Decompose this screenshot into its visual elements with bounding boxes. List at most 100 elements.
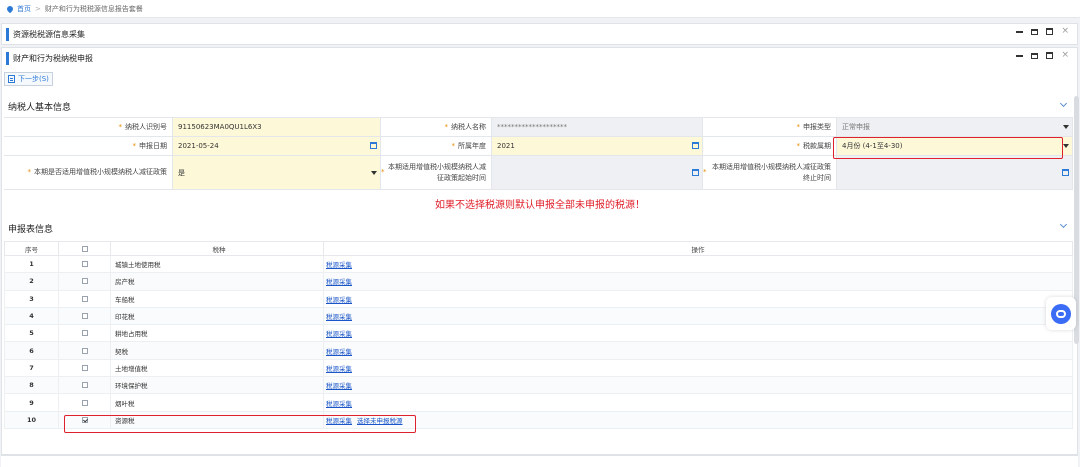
- chat-button[interactable]: [1046, 297, 1076, 330]
- table-row: 5 耕地占用税 税源采集: [4, 324, 1073, 343]
- row-tax-name: 契税: [110, 341, 324, 360]
- period-highlight-box: [833, 137, 1063, 159]
- table-row: 2 房产税 税源采集: [4, 272, 1073, 291]
- col-header-check: [58, 241, 111, 256]
- row-checkbox[interactable]: [81, 313, 88, 320]
- row-tax-name: 土地增值税: [110, 358, 324, 378]
- table-row: 4 印花税 税源采集: [4, 306, 1073, 326]
- row-checkbox[interactable]: [81, 295, 88, 302]
- row-checkbox-cell: [58, 393, 111, 412]
- panel-accent-bar: [6, 52, 9, 65]
- policy-end-field[interactable]: [836, 156, 1073, 189]
- location-pin-icon: [5, 4, 15, 13]
- report-type-value: 正常申报: [842, 123, 870, 131]
- report-date-value: 2021-05-24: [178, 142, 219, 150]
- row-link[interactable]: 税源采集: [326, 348, 352, 356]
- maximize-icon[interactable]: [1046, 52, 1054, 59]
- row-checkbox-cell: [58, 358, 111, 378]
- row-tax-name: 城镇土地使用税: [110, 254, 324, 274]
- next-step-label: 下一步(S): [18, 75, 49, 83]
- row-checkbox[interactable]: [81, 382, 88, 389]
- year-label: * 所属年度: [451, 141, 487, 150]
- row-tax-name: 房产税: [110, 272, 324, 291]
- row-checkbox[interactable]: [81, 347, 88, 354]
- bottom-bar: [1, 455, 1078, 467]
- next-step-button[interactable]: 下一步(S): [4, 72, 53, 86]
- calendar-icon[interactable]: [692, 142, 699, 149]
- row-tax-name: 印花税: [110, 306, 324, 326]
- row-operations: 税源采集: [323, 376, 1073, 395]
- year-value: 2021: [497, 142, 515, 150]
- col-header-no: 序号: [4, 241, 59, 256]
- maximize-icon[interactable]: [1046, 28, 1054, 35]
- row-number: 9: [4, 393, 59, 412]
- year-field[interactable]: 2021: [491, 137, 703, 155]
- minimize-icon[interactable]: [1016, 30, 1024, 33]
- chat-icon: [1051, 303, 1071, 324]
- row-checkbox-cell: [58, 341, 111, 360]
- restore-icon[interactable]: [1031, 28, 1039, 35]
- report-type-select[interactable]: 正常申报: [836, 118, 1073, 136]
- row-number: 7: [4, 358, 59, 378]
- col-header-tax: 税种: [110, 241, 324, 256]
- row-checkbox[interactable]: [81, 330, 88, 337]
- table-header-row: 序号 税种 操作: [4, 241, 1073, 256]
- row-checkbox[interactable]: [81, 278, 88, 285]
- breadcrumb-separator: >: [35, 4, 41, 13]
- row-link[interactable]: 税源采集: [326, 296, 352, 304]
- period-label: * 税款属期: [796, 141, 832, 150]
- inner-window-controls: ×: [1016, 51, 1069, 60]
- caret-down-icon: [1063, 125, 1069, 129]
- row-checkbox-cell: [58, 254, 111, 274]
- row-link[interactable]: 税源采集: [326, 261, 352, 269]
- row-link[interactable]: 税源采集: [326, 313, 352, 321]
- close-icon[interactable]: ×: [1061, 51, 1069, 60]
- table-row: 6 契税 税源采集: [4, 341, 1073, 360]
- row-operations: 税源采集: [323, 324, 1073, 343]
- policy-start-field[interactable]: [491, 156, 703, 189]
- row-checkbox-cell: [58, 324, 111, 343]
- row-tax-name: 车船税: [110, 289, 324, 308]
- taxpayer-id-field[interactable]: 91150623MA0QU1L6X3: [172, 118, 381, 136]
- minimize-icon[interactable]: [1016, 54, 1024, 57]
- row-number: 1: [4, 254, 59, 274]
- select-all-checkbox[interactable]: [81, 245, 88, 252]
- outer-panel: 资源税税源信息采集 ×: [1, 23, 1078, 45]
- panel-accent-bar: [6, 28, 9, 41]
- table-row: 1 城镇土地使用税 税源采集: [4, 254, 1073, 274]
- row-checkbox-cell: [58, 289, 111, 308]
- row-link[interactable]: 税源采集: [326, 330, 352, 338]
- report-date-field[interactable]: 2021-05-24: [172, 137, 381, 155]
- close-icon[interactable]: ×: [1061, 27, 1069, 36]
- outer-panel-title: 资源税税源信息采集: [13, 30, 85, 39]
- row-number: 5: [4, 324, 59, 343]
- row-link[interactable]: 税源采集: [326, 278, 352, 286]
- policy-start-label: * 本期适用增值税小规模纳税人减征政策起始时间: [381, 162, 486, 182]
- row-tax-name: 环境保护税: [110, 376, 324, 395]
- row-number: 8: [4, 376, 59, 395]
- basic-info-title: 纳税人基本信息: [8, 103, 72, 113]
- restore-icon[interactable]: [1031, 52, 1039, 59]
- table-row: 3 车船税 税源采集: [4, 289, 1073, 308]
- row-number: 2: [4, 272, 59, 291]
- taxpayer-name-label: * 纳税人名称: [444, 122, 487, 131]
- policy-select[interactable]: 是: [172, 156, 381, 189]
- calendar-icon[interactable]: [370, 142, 377, 149]
- row-link[interactable]: 税源采集: [326, 365, 352, 373]
- row-checkbox[interactable]: [81, 399, 88, 406]
- row-checkbox[interactable]: [81, 261, 88, 268]
- row-link[interactable]: 税源采集: [326, 382, 352, 390]
- row-number: 10: [4, 410, 59, 429]
- taxpayer-name-field: ********************: [491, 118, 703, 136]
- row-operations: 税源采集: [323, 341, 1073, 360]
- row-checkbox[interactable]: [81, 364, 88, 371]
- policy-label: * 本期是否适用增值税小规模纳税人减征政策: [27, 168, 168, 176]
- breadcrumb-home[interactable]: 首页: [5, 4, 31, 14]
- calendar-icon[interactable]: [692, 168, 699, 176]
- row-operations: 税源采集 选择未申报税源: [323, 410, 1073, 429]
- row-highlight-box: [64, 415, 416, 433]
- calendar-icon[interactable]: [1062, 168, 1069, 176]
- row-link[interactable]: 税源采集: [326, 400, 352, 408]
- row-tax-name: 耕地占用税: [110, 324, 324, 343]
- policy-value: 是: [178, 168, 185, 177]
